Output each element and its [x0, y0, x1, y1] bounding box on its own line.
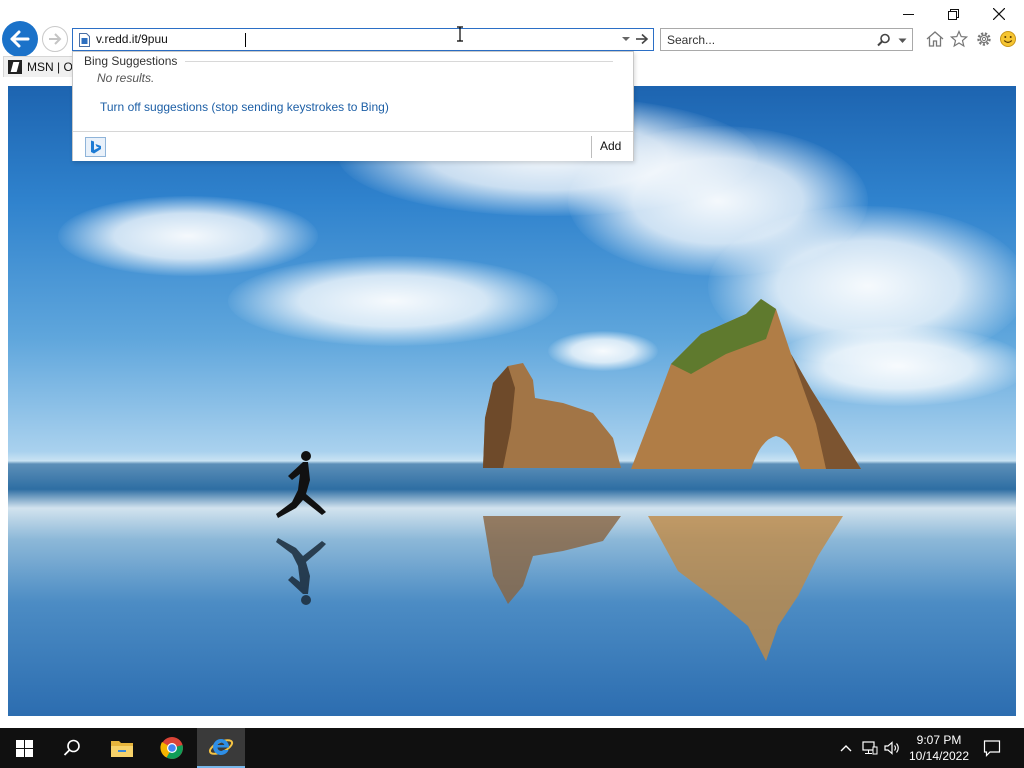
- forward-button[interactable]: [42, 26, 68, 52]
- back-arrow-icon: [10, 30, 30, 48]
- address-bar[interactable]: [72, 28, 654, 51]
- runner-reflection: [276, 538, 326, 605]
- feedback-button[interactable]: [998, 29, 1018, 49]
- feedback-smiley-icon: [1000, 31, 1016, 47]
- chevron-down-icon[interactable]: [621, 35, 631, 43]
- address-suggestions-dropdown: Bing Suggestions No results. Turn off su…: [72, 51, 634, 161]
- restore-icon: [947, 8, 959, 20]
- chevron-down-icon[interactable]: [898, 38, 907, 44]
- internet-explorer-icon: [208, 739, 234, 755]
- magnifier-icon[interactable]: [877, 33, 891, 47]
- show-hidden-icons-button[interactable]: [838, 740, 854, 756]
- text-cursor-icon: [457, 26, 463, 42]
- page-background-image: [8, 86, 1016, 716]
- network-icon: [862, 741, 878, 755]
- windows-start-icon: [15, 739, 33, 757]
- volume-button[interactable]: [884, 740, 900, 756]
- internet-explorer-button[interactable]: [197, 728, 245, 768]
- network-button[interactable]: [862, 740, 878, 756]
- rock-formation-right: [631, 299, 861, 469]
- clock-time: 9:07 PM: [916, 733, 962, 747]
- file-explorer-icon: [111, 741, 133, 757]
- minimize-icon: [902, 13, 914, 15]
- back-button[interactable]: [2, 21, 38, 57]
- minimize-button[interactable]: [885, 0, 931, 28]
- clock-date: 10/14/2022: [908, 749, 970, 763]
- rock-reflection-left: [483, 516, 621, 604]
- close-button[interactable]: [976, 0, 1022, 28]
- suggestions-divider: [185, 61, 613, 62]
- turn-off-suggestions-link[interactable]: Turn off suggestions (stop sending keyst…: [100, 100, 389, 114]
- page-icon: [79, 33, 90, 47]
- no-results-text: No results.: [97, 71, 155, 85]
- chrome-icon: [160, 737, 183, 759]
- taskbar: 9:07 PM 10/14/2022: [0, 728, 1024, 768]
- taskbar-search-button[interactable]: [48, 728, 96, 768]
- search-box[interactable]: [660, 28, 913, 51]
- tab-msn[interactable]: MSN | O: [3, 56, 83, 77]
- restore-button[interactable]: [930, 0, 976, 28]
- search-input[interactable]: [667, 32, 867, 48]
- add-provider-button[interactable]: Add: [600, 139, 621, 153]
- bing-logo-icon[interactable]: [85, 137, 106, 157]
- search-provider-bar: Add: [73, 131, 633, 161]
- footer-divider: [591, 136, 592, 158]
- address-input[interactable]: [96, 31, 616, 48]
- favorites-button[interactable]: [949, 29, 969, 49]
- chrome-button[interactable]: [148, 728, 196, 768]
- runner-silhouette: [276, 451, 326, 518]
- file-explorer-button[interactable]: [98, 728, 146, 768]
- volume-icon: [884, 741, 899, 755]
- go-arrow-icon[interactable]: [635, 32, 649, 46]
- close-icon: [993, 8, 1005, 20]
- text-caret: [245, 33, 246, 47]
- suggestions-header: Bing Suggestions: [84, 54, 178, 68]
- action-center-button[interactable]: [983, 739, 1001, 757]
- favorites-star-icon: [950, 30, 968, 48]
- action-center-icon: [983, 740, 1001, 757]
- rock-formation-left: [483, 363, 621, 468]
- search-icon: [63, 739, 80, 756]
- settings-button[interactable]: [974, 29, 994, 49]
- browser-window: MSN | O: [0, 0, 1024, 768]
- rock-reflection-right: [648, 516, 843, 661]
- settings-gear-icon: [977, 32, 991, 46]
- start-button[interactable]: [0, 728, 48, 768]
- home-button[interactable]: [925, 29, 945, 49]
- tab-label: MSN | O: [27, 60, 73, 74]
- home-icon: [926, 31, 944, 47]
- forward-arrow-icon: [49, 33, 62, 45]
- msn-icon: [8, 60, 22, 74]
- taskbar-clock[interactable]: 9:07 PM 10/14/2022: [902, 732, 976, 764]
- chevron-up-icon: [840, 745, 852, 752]
